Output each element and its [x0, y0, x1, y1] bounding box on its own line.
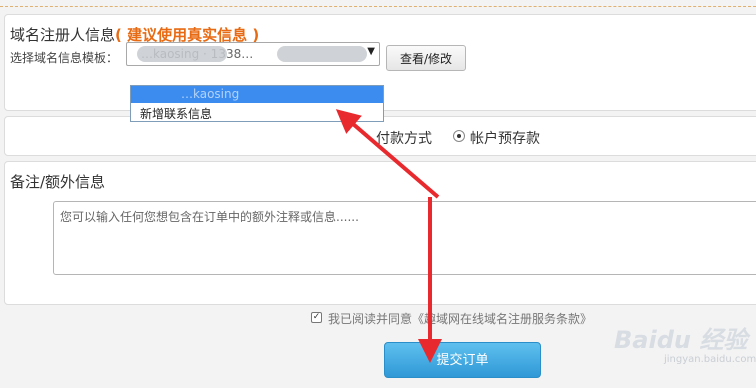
submit-order-button[interactable]: 提交订单 [384, 342, 541, 378]
watermark-sub: jingyan.baidu.com [664, 354, 756, 365]
dropdown-option-selected[interactable]: …kaosing [131, 86, 383, 103]
payment-label: 付款方式 [376, 131, 432, 147]
chevron-down-icon[interactable]: ▼ [367, 46, 375, 57]
watermark-main: Baidu 经验 [614, 326, 748, 354]
payment-option[interactable]: 帐户预存款 [470, 128, 540, 148]
view-edit-button[interactable]: 查看/修改 [386, 45, 466, 71]
registrant-title-text: 域名注册人信息 [10, 26, 116, 44]
dropdown-option-new-contact-label: 新增联系信息 [140, 107, 213, 121]
notes-title: 备注/额外信息 [10, 173, 106, 191]
dropdown-option-new-contact[interactable]: 新增联系信息 [131, 104, 383, 121]
payment-radio[interactable] [453, 130, 465, 142]
template-dropdown: …kaosing 新增联系信息 [130, 85, 384, 122]
agree-checkbox[interactable]: ✓ [311, 312, 322, 323]
template-label: 选择域名信息模板： [10, 51, 119, 65]
top-divider [0, 0, 756, 7]
notes-textarea[interactable] [53, 201, 756, 275]
agreement-prefix: 我已阅读并同意 [328, 312, 413, 326]
redaction-blur [277, 46, 367, 62]
dropdown-option-selected-label: …kaosing [181, 87, 240, 101]
terms-link[interactable]: 《趣域网在线域名注册服务条款》 [412, 312, 592, 326]
template-select[interactable]: …kaosing · 1338… ▼ [126, 42, 380, 66]
agreement-text: 我已阅读并同意《趣域网在线域名注册服务条款》 [328, 310, 592, 327]
redaction-blur [137, 46, 227, 62]
